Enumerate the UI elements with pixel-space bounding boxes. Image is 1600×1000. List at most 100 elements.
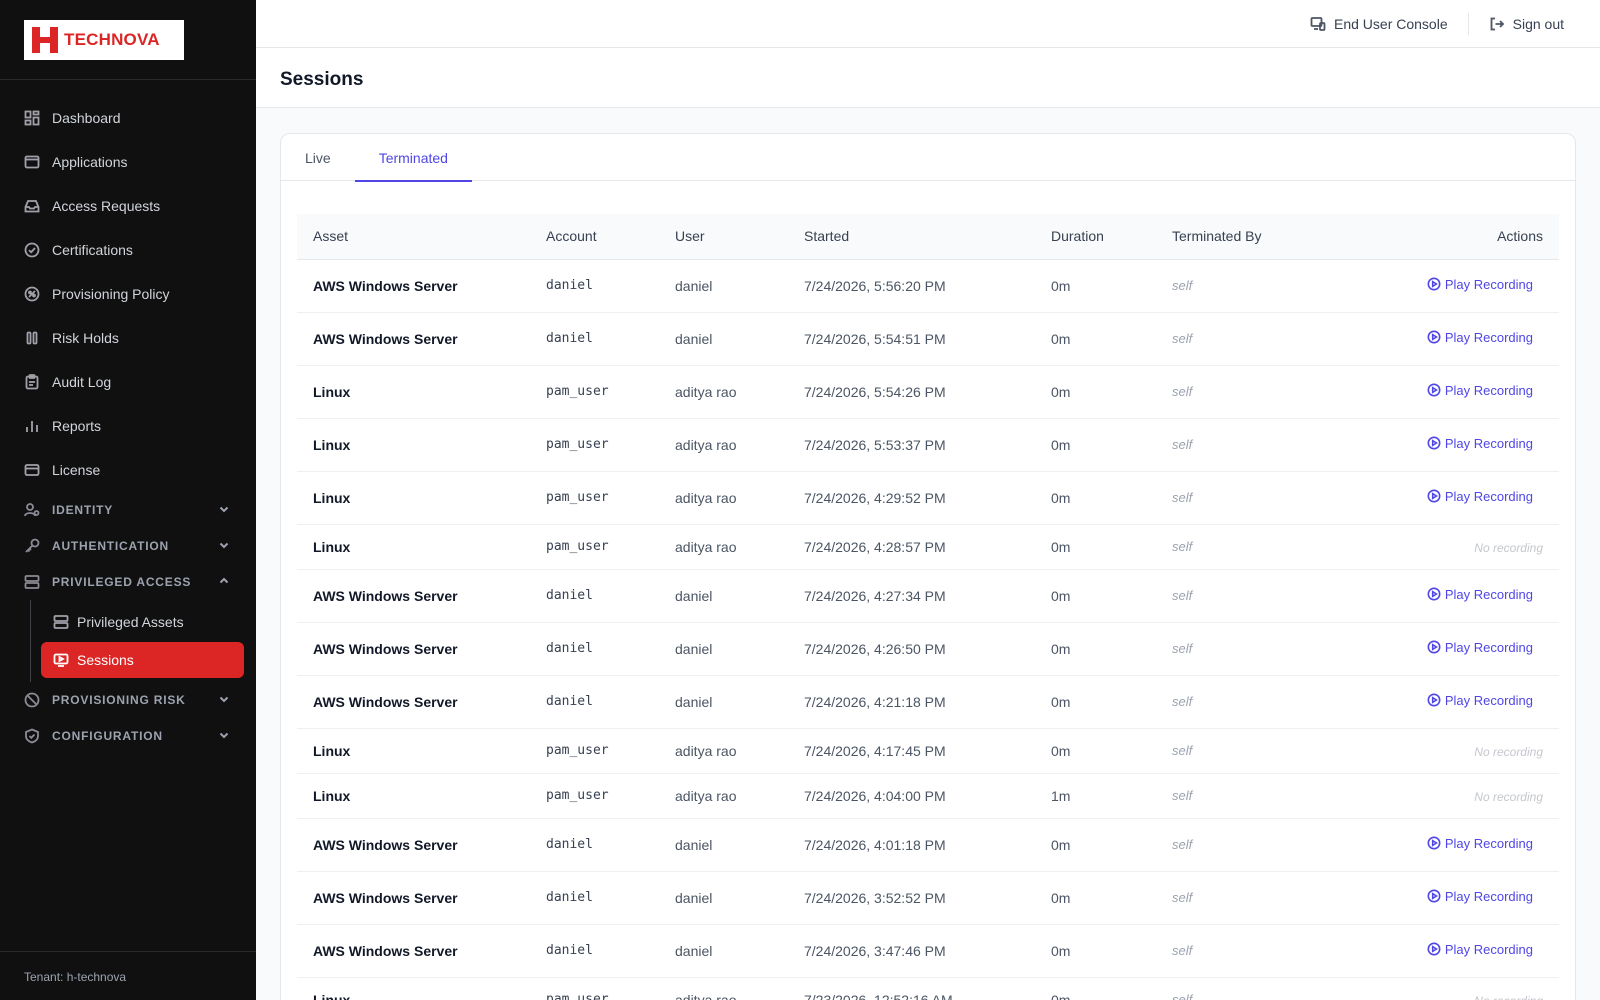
cell-account: daniel <box>530 622 659 676</box>
sign-out-button[interactable]: Sign out <box>1489 16 1564 32</box>
sidebar-item-dashboard[interactable]: Dashboard <box>0 96 256 140</box>
play-recording-button[interactable]: Play Recording <box>1427 277 1533 292</box>
column-header-duration[interactable]: Duration <box>1035 214 1156 260</box>
sidebar-item-applications[interactable]: Applications <box>0 140 256 184</box>
sidebar-item-risk-holds[interactable]: Risk Holds <box>0 316 256 360</box>
play-circle-icon <box>1427 836 1441 850</box>
section-identity[interactable]: IDENTITY <box>0 492 256 528</box>
play-recording-button[interactable]: Play Recording <box>1427 836 1533 851</box>
table-header-row: Asset Account User Started Duration Term… <box>297 214 1559 260</box>
actions-cell: Play Recording <box>1306 818 1559 872</box>
sidebar-item-audit-log[interactable]: Audit Log <box>0 360 256 404</box>
cell-user: daniel <box>659 818 788 872</box>
cell-account: pam_user <box>530 728 659 774</box>
column-header-account[interactable]: Account <box>530 214 659 260</box>
actions-cell: Play Recording <box>1306 471 1559 525</box>
actions-cell: Play Recording <box>1306 675 1559 729</box>
cell-account: pam_user <box>530 471 659 525</box>
logo-mark-icon <box>32 27 58 53</box>
section-configuration[interactable]: CONFIGURATION <box>0 718 256 754</box>
sidebar-item-access-requests[interactable]: Access Requests <box>0 184 256 228</box>
sidebar-item-provisioning-policy[interactable]: Provisioning Policy <box>0 272 256 316</box>
actions-cell: Play Recording <box>1306 259 1559 313</box>
sidebar-item-label: Certifications <box>52 242 133 258</box>
no-recording-label: No recording <box>1474 789 1543 804</box>
chevron-down-icon <box>218 503 230 518</box>
chevron-down-icon <box>218 729 230 744</box>
sidebar-item-label: Applications <box>52 154 128 170</box>
section-privileged-access[interactable]: PRIVILEGED ACCESS <box>0 564 256 600</box>
end-user-console-label: End User Console <box>1334 15 1448 32</box>
play-circle-icon <box>1427 640 1441 654</box>
actions-cell: Play Recording <box>1306 622 1559 676</box>
policy-icon <box>24 286 40 302</box>
sidebar-nav: Dashboard Applications Access Requests C… <box>0 80 256 754</box>
clipboard-icon <box>24 374 40 390</box>
play-recording-button[interactable]: Play Recording <box>1427 942 1533 957</box>
cell-started: 7/24/2026, 4:28:57 PM <box>788 524 1035 570</box>
tab-live[interactable]: Live <box>305 134 355 181</box>
play-circle-icon <box>1427 330 1441 344</box>
shield-check-icon <box>24 728 40 744</box>
sidebar-item-privileged-assets[interactable]: Privileged Assets <box>41 604 244 640</box>
section-provisioning-risk[interactable]: PROVISIONING RISK <box>0 682 256 718</box>
cell-account: daniel <box>530 259 659 313</box>
play-circle-icon <box>1427 383 1441 397</box>
play-recording-button[interactable]: Play Recording <box>1427 587 1533 602</box>
sessions-table: Asset Account User Started Duration Term… <box>297 214 1559 1000</box>
cell-user: aditya rao <box>659 524 788 570</box>
table-row: AWS Windows Server daniel daniel 7/24/2026,… <box>297 622 1559 676</box>
cell-account: pam_user <box>530 977 659 1000</box>
cell-user: daniel <box>659 259 788 313</box>
sidebar-item-label: Risk Holds <box>52 330 119 346</box>
actions-cell: Play Recording <box>1306 418 1559 472</box>
server-icon <box>24 574 40 590</box>
cell-duration: 0m <box>1035 728 1156 774</box>
no-recording-label: No recording <box>1474 744 1543 759</box>
session-tabs: Live Terminated <box>281 134 1575 182</box>
cell-terminated-by: self <box>1156 418 1306 472</box>
section-authentication[interactable]: AUTHENTICATION <box>0 528 256 564</box>
table-row: Linux pam_user aditya rao 7/24/2026, 5:53:3… <box>297 418 1559 472</box>
end-user-console-button[interactable]: End User Console <box>1310 16 1448 32</box>
cell-user: aditya rao <box>659 977 788 1000</box>
play-recording-button[interactable]: Play Recording <box>1427 383 1533 398</box>
sidebar-item-license[interactable]: License <box>0 448 256 492</box>
cell-terminated-by: self <box>1156 977 1306 1000</box>
sidebar-item-label: Audit Log <box>52 374 112 390</box>
play-circle-icon <box>1427 277 1441 291</box>
play-recording-button[interactable]: Play Recording <box>1427 489 1533 504</box>
actions-cell: Play Recording <box>1306 365 1559 419</box>
column-header-user[interactable]: User <box>659 214 788 260</box>
sidebar-item-certifications[interactable]: Certifications <box>0 228 256 272</box>
chevron-down-icon <box>218 539 230 554</box>
cell-started: 7/24/2026, 5:54:26 PM <box>788 365 1035 419</box>
play-recording-button[interactable]: Play Recording <box>1427 640 1533 655</box>
tab-terminated[interactable]: Terminated <box>354 134 473 182</box>
play-recording-button[interactable]: Play Recording <box>1427 436 1533 451</box>
cell-terminated-by: self <box>1156 622 1306 676</box>
play-recording-button[interactable]: Play Recording <box>1427 889 1533 904</box>
license-icon <box>24 462 40 478</box>
brand-logo[interactable]: TECHNOVA <box>24 20 184 60</box>
cell-asset: AWS Windows Server <box>297 675 530 729</box>
cell-asset: AWS Windows Server <box>297 259 530 313</box>
cell-terminated-by: self <box>1156 728 1306 774</box>
sidebar-item-sessions[interactable]: Sessions <box>41 642 244 678</box>
column-header-terminated-by[interactable]: Terminated By <box>1156 214 1306 260</box>
cell-asset: Linux <box>297 728 530 774</box>
play-recording-button[interactable]: Play Recording <box>1427 693 1533 708</box>
column-header-started[interactable]: Started <box>788 214 1035 260</box>
play-recording-button[interactable]: Play Recording <box>1427 330 1533 345</box>
page-header: Sessions <box>256 48 1600 108</box>
sidebar-item-reports[interactable]: Reports <box>0 404 256 448</box>
chevron-down-icon <box>218 693 230 708</box>
cell-duration: 0m <box>1035 977 1156 1000</box>
column-header-asset[interactable]: Asset <box>297 214 530 260</box>
play-circle-icon <box>1427 489 1441 503</box>
cell-terminated-by: self <box>1156 871 1306 925</box>
cell-account: pam_user <box>530 773 659 819</box>
cell-terminated-by: self <box>1156 569 1306 623</box>
monitor-play-icon <box>53 652 69 668</box>
cell-asset: Linux <box>297 365 530 419</box>
